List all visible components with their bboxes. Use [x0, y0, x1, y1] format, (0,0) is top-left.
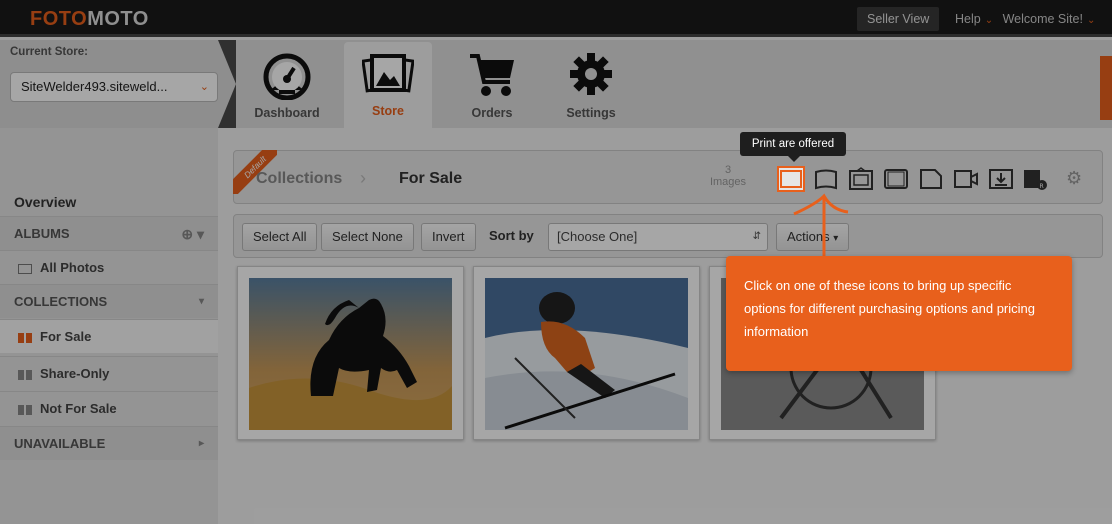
album-icon: [18, 263, 32, 274]
select-none-button[interactable]: Select None: [321, 223, 414, 251]
seller-view-button[interactable]: Seller View: [857, 7, 940, 31]
welcome-chevron-icon[interactable]: ⌄: [1087, 15, 1095, 26]
sidebar-section-albums[interactable]: ALBUMS ⊕ ▾: [0, 216, 218, 250]
store-panel-arrow: [218, 40, 236, 128]
breadcrumb-collections[interactable]: Collections: [256, 170, 342, 188]
chevron-down-icon[interactable]: ▾: [199, 285, 204, 319]
sidebar-section-unavailable[interactable]: UNAVAILABLE ▸: [0, 426, 218, 460]
dashboard-gauge-icon: [263, 53, 311, 100]
gear-icon: [570, 53, 612, 95]
top-bar: FOTOMOTO Seller View Help ⌄ Welcome Site!…: [0, 0, 1112, 37]
side-promo-tab[interactable]: [1100, 56, 1112, 120]
tab-settings[interactable]: Settings: [547, 44, 635, 128]
sort-select[interactable]: [Choose One] ⇵: [548, 223, 768, 251]
breadcrumb-separator-icon: ›: [360, 168, 366, 188]
tutorial-callout: Click on one of these icons to bring up …: [726, 256, 1072, 371]
store-select[interactable]: SiteWelder493.siteweld... ⌄: [10, 72, 218, 102]
sidebar-item-for-sale[interactable]: For Sale: [0, 319, 218, 353]
skier-photo: [485, 278, 688, 430]
breadcrumb-current: For Sale: [399, 170, 463, 187]
tab-dashboard[interactable]: Dashboard: [243, 44, 331, 128]
select-all-button[interactable]: Select All: [242, 223, 318, 251]
sidebar-item-overview[interactable]: Overview: [0, 188, 218, 216]
top-right-menu: Help ⌄ Welcome Site! ⌄: [955, 7, 1101, 33]
photos-icon: [362, 54, 414, 93]
image-count: 3 Images: [709, 164, 747, 188]
collection-grid-icon: [18, 404, 32, 415]
photo-thumbnail[interactable]: [473, 266, 700, 440]
shopping-cart-icon: [470, 54, 514, 96]
fotomoto-logo[interactable]: FOTOMOTO: [30, 8, 149, 31]
horse-photo: [249, 278, 452, 430]
chevron-down-icon: ⌄: [199, 81, 209, 93]
welcome-menu[interactable]: Welcome Site!: [1003, 12, 1083, 26]
sidebar-section-collections[interactable]: COLLECTIONS ▾: [0, 284, 218, 318]
collection-grid-icon: [18, 332, 32, 343]
callout-pointer: [793, 193, 849, 256]
tab-orders[interactable]: Orders: [448, 44, 536, 128]
tab-store[interactable]: Store: [344, 42, 432, 128]
invert-button[interactable]: Invert: [421, 223, 476, 251]
add-album-icon[interactable]: ⊕ ▾: [181, 217, 204, 251]
sidebar-item-all-photos[interactable]: All Photos: [0, 250, 218, 284]
sort-by-label: Sort by: [489, 228, 534, 243]
sidebar-item-share-only[interactable]: Share-Only: [0, 356, 218, 390]
photo-thumbnail[interactable]: [237, 266, 464, 440]
help-chevron-icon[interactable]: ⌄: [985, 15, 993, 26]
chevron-right-icon[interactable]: ▸: [199, 427, 204, 461]
help-menu[interactable]: Help: [955, 12, 981, 26]
current-store-label: Current Store:: [10, 46, 88, 58]
print-tooltip: Print are offered: [740, 132, 846, 162]
sidebar-item-not-for-sale[interactable]: Not For Sale: [0, 391, 218, 425]
select-arrows-icon: ⇵: [752, 231, 761, 242]
collection-grid-icon: [18, 369, 32, 380]
current-store-panel: Current Store: SiteWelder493.siteweld...…: [0, 40, 218, 128]
